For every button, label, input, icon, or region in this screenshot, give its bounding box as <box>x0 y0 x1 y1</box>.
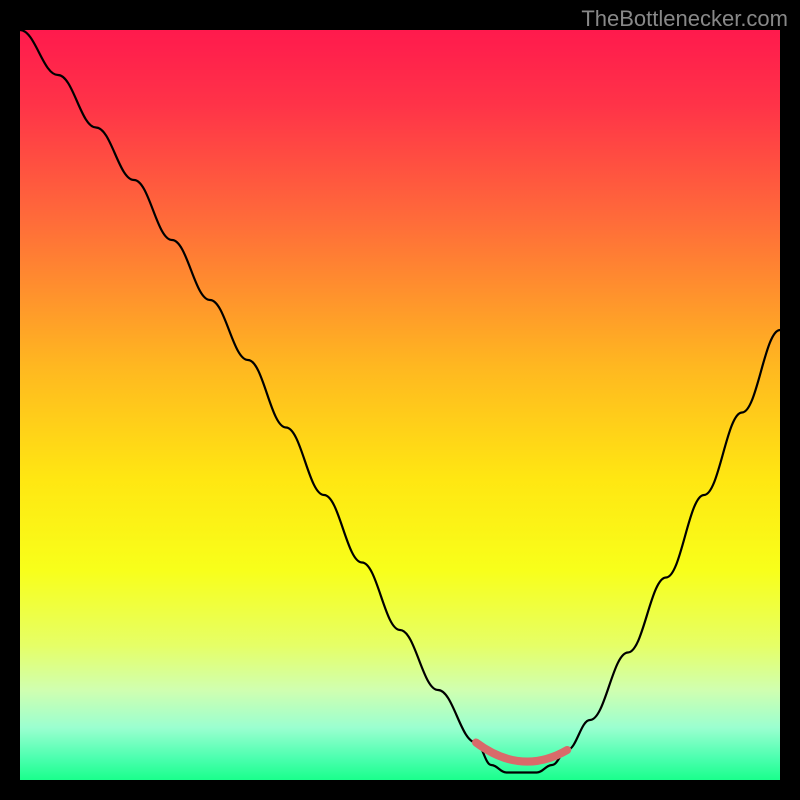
chart-svg <box>20 30 780 780</box>
plot-area <box>20 30 780 780</box>
chart-container: TheBottlenecker.com <box>0 0 800 800</box>
watermark-text: TheBottlenecker.com <box>581 6 788 32</box>
